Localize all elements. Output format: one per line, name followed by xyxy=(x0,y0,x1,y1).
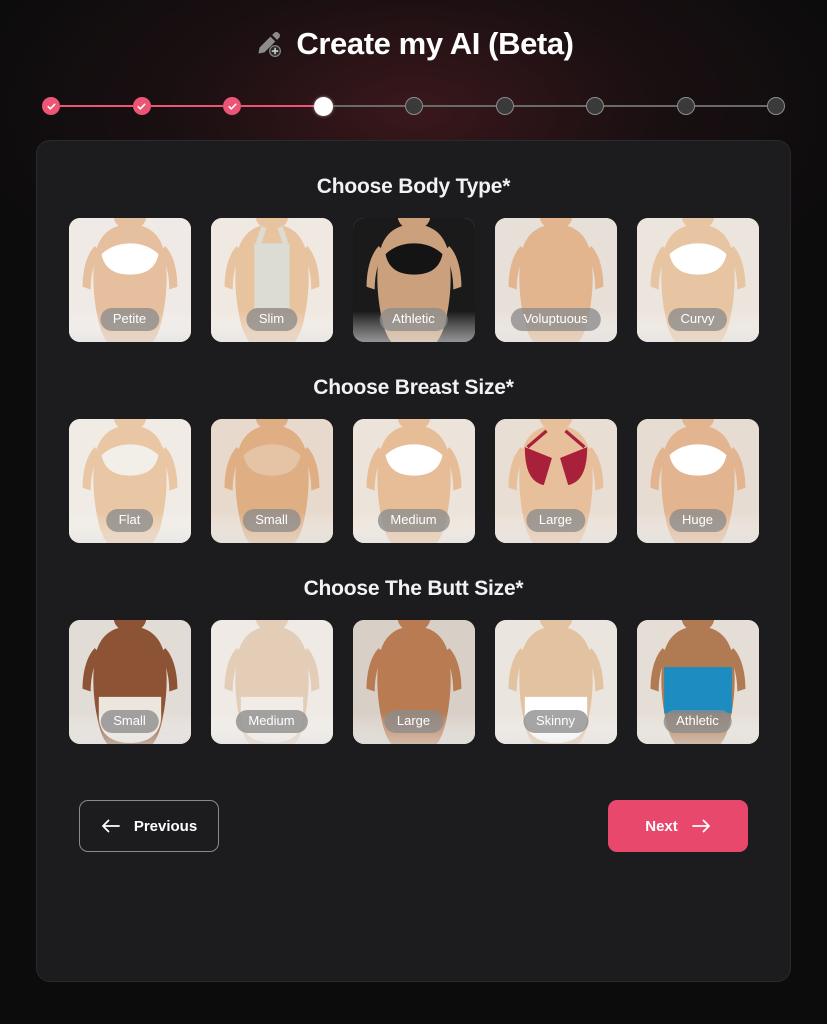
option-label: Curvy xyxy=(667,307,728,331)
pencil-plus-icon xyxy=(258,32,282,57)
option-row-body-type: Petite Slim Athletic Voluptuous Curvy xyxy=(37,218,790,342)
option-label: Athletic xyxy=(379,307,448,331)
check-icon xyxy=(137,103,146,110)
stepper-node-4[interactable] xyxy=(313,96,333,116)
option-label: Large xyxy=(525,508,586,532)
option-card-breast-size-large[interactable]: Large xyxy=(494,419,617,543)
option-label: Petite xyxy=(99,307,160,331)
option-label: Small xyxy=(100,709,159,733)
stepper-connector xyxy=(513,105,586,107)
option-label: Athletic xyxy=(663,709,732,733)
stepper-node-8[interactable] xyxy=(676,97,695,115)
option-card-breast-size-small[interactable]: Small xyxy=(210,419,333,543)
form-panel: Choose Body Type* Petite Slim Athletic Volup… xyxy=(36,140,791,982)
option-card-breast-size-flat[interactable]: Flat xyxy=(68,419,191,543)
option-label: Slim xyxy=(245,307,298,331)
option-label: Large xyxy=(383,709,444,733)
option-card-butt-size-large[interactable]: Large xyxy=(352,620,475,744)
previous-button[interactable]: Previous xyxy=(79,800,219,852)
option-card-butt-size-medium[interactable]: Medium xyxy=(210,620,333,744)
section-title-breast-size: Choose Breast Size* xyxy=(313,376,514,399)
stepper-connector xyxy=(150,105,223,107)
section-title-butt-size: Choose The Butt Size* xyxy=(303,577,524,600)
option-card-breast-size-huge[interactable]: Huge xyxy=(636,419,759,543)
option-card-butt-size-small[interactable]: Small xyxy=(68,620,191,744)
stepper-node-3[interactable] xyxy=(223,97,241,115)
stepper-node-7[interactable] xyxy=(586,97,604,115)
option-row-butt-size: Small Medium Large Skinny Athletic xyxy=(37,620,790,744)
stepper-connector xyxy=(241,105,314,107)
option-card-body-type-voluptuous[interactable]: Voluptuous xyxy=(494,218,617,342)
stepper-connector xyxy=(332,105,405,107)
previous-button-label: Previous xyxy=(133,817,198,835)
stepper-node-9[interactable] xyxy=(767,97,785,115)
next-button-label: Next xyxy=(645,817,678,835)
stepper-connector xyxy=(604,105,677,107)
sections-container: Choose Body Type* Petite Slim Athletic Volup… xyxy=(37,175,790,744)
create-ai-page: Create my AI (Beta) Choose Body Type* Pet… xyxy=(0,0,827,982)
option-label: Voluptuous xyxy=(510,307,601,331)
stepper-node-6[interactable] xyxy=(495,97,514,115)
option-label: Huge xyxy=(668,508,727,532)
option-row-breast-size: Flat Small Medium Large Huge xyxy=(37,419,790,543)
next-button[interactable]: Next xyxy=(608,800,748,852)
option-card-body-type-curvy[interactable]: Curvy xyxy=(636,218,759,342)
stepper-connector xyxy=(423,105,496,107)
option-card-body-type-petite[interactable]: Petite xyxy=(68,218,191,342)
option-card-butt-size-athletic[interactable]: Athletic xyxy=(636,620,759,744)
arrow-left-icon xyxy=(101,819,120,833)
option-label: Small xyxy=(242,508,301,532)
section-title-body-type: Choose Body Type* xyxy=(316,175,511,198)
stepper-connector xyxy=(60,105,133,107)
stepper-node-1[interactable] xyxy=(42,97,60,115)
page-title: Create my AI (Beta) xyxy=(296,26,574,61)
check-icon xyxy=(46,103,55,110)
stepper-node-5[interactable] xyxy=(405,97,423,115)
option-card-breast-size-medium[interactable]: Medium xyxy=(352,419,475,543)
option-card-body-type-athletic[interactable]: Athletic xyxy=(352,218,475,342)
page-header: Create my AI (Beta) xyxy=(0,0,827,68)
arrow-right-icon xyxy=(691,819,710,833)
stepper-node-2[interactable] xyxy=(132,97,151,115)
stepper-connector xyxy=(694,105,767,107)
progress-stepper xyxy=(42,94,785,118)
option-label: Medium xyxy=(235,709,308,733)
option-label: Flat xyxy=(105,508,154,532)
option-card-body-type-slim[interactable]: Slim xyxy=(210,218,333,342)
check-icon xyxy=(227,103,236,110)
form-footer: Previous Next xyxy=(37,778,790,852)
option-card-butt-size-skinny[interactable]: Skinny xyxy=(494,620,617,744)
option-label: Medium xyxy=(377,508,450,532)
option-label: Skinny xyxy=(522,709,589,733)
